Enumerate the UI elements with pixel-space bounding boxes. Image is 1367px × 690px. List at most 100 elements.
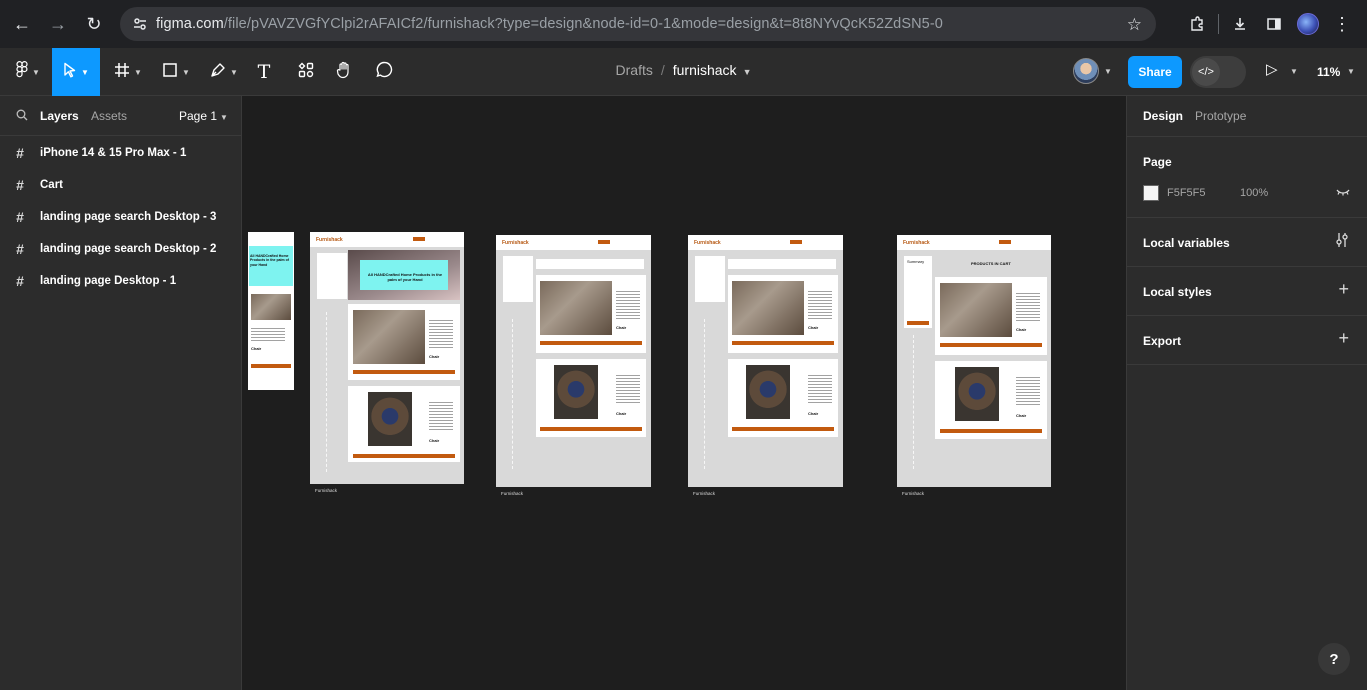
figma-toolbar: ▼ ▼ ▼ ▼ ▼ T Drafts / furnishack ▼ ▼ Shar… (0, 48, 1367, 96)
code-brackets-icon: </> (1192, 58, 1220, 86)
add-to-cart-button (732, 427, 834, 431)
product-title: Chair (616, 411, 627, 416)
layers-panel-header: Layers Assets Page 1 ▼ (0, 96, 241, 136)
hero-text: All HANDCrafted Home Products in the pal… (367, 272, 443, 282)
layer-name: landing page Desktop - 1 (40, 275, 177, 287)
tab-design[interactable]: Design (1143, 109, 1183, 123)
chevron-down-icon[interactable]: ▼ (1347, 67, 1355, 76)
page-color-swatch[interactable] (1143, 185, 1159, 201)
breadcrumb-separator: / (660, 62, 665, 78)
add-to-cart-button (353, 454, 455, 458)
frame-footer: Furnishack (496, 487, 651, 529)
chevron-down-icon[interactable]: ▼ (743, 67, 752, 77)
product-description (429, 320, 453, 348)
breadcrumb-drafts[interactable]: Drafts (616, 62, 653, 78)
chevron-down-icon[interactable]: ▼ (1104, 67, 1112, 76)
present-play-icon[interactable]: ▷ (1266, 60, 1278, 78)
cart-summary-panel (904, 256, 932, 328)
add-export-plus-icon[interactable]: + (1338, 328, 1349, 349)
export-section: Export + (1127, 316, 1367, 365)
product-description (808, 375, 832, 403)
local-variables-section: Local variables (1127, 218, 1367, 267)
back-arrow-icon[interactable]: ← (4, 6, 40, 42)
bookmark-star-icon[interactable]: ☆ (1127, 15, 1142, 35)
browser-actions: ⋮ (1180, 6, 1359, 42)
reload-icon[interactable]: ↻ (76, 6, 112, 42)
add-to-cart-button (540, 427, 642, 431)
frame-sidebar (317, 253, 347, 299)
product-image (554, 365, 598, 419)
help-button[interactable]: ? (1318, 643, 1350, 675)
layer-item[interactable]: # landing page search Desktop - 2 (0, 233, 241, 265)
tab-prototype[interactable]: Prototype (1195, 109, 1246, 123)
design-canvas[interactable]: All HANDCrafted Home Products in the pal… (242, 96, 1126, 690)
product-title: Chair (429, 354, 440, 359)
dev-mode-toggle[interactable]: </> (1190, 56, 1246, 88)
product-image (251, 294, 291, 320)
add-style-plus-icon[interactable]: + (1338, 279, 1349, 300)
user-avatar[interactable] (1073, 58, 1099, 84)
frame-footer: Furnishack (310, 484, 464, 526)
zoom-level[interactable]: 11% (1317, 65, 1340, 79)
product-title: Chair (251, 346, 262, 351)
frame-landing-search-desktop-3[interactable]: Furnishack Chair Chair Furnishack (688, 235, 843, 529)
footer-logo: Furnishack (902, 491, 925, 496)
frame-cart[interactable]: Furnishack Summary PRODUCTS IN CART Chai… (897, 235, 1051, 529)
forward-arrow-icon[interactable]: → (40, 6, 76, 42)
product-description (429, 402, 453, 430)
site-settings-icon[interactable] (124, 16, 156, 32)
layer-item[interactable]: # landing page Desktop - 1 (0, 265, 241, 297)
share-button[interactable]: Share (1128, 56, 1182, 88)
product-image (940, 283, 1012, 337)
profile-icon[interactable] (1291, 6, 1325, 42)
tab-assets[interactable]: Assets (91, 109, 127, 123)
page-color-opacity[interactable]: 100% (1240, 187, 1268, 199)
product-description (251, 328, 285, 342)
cart-heading: PRODUCTS IN CART (971, 261, 1011, 266)
tab-layers[interactable]: Layers (40, 109, 79, 123)
product-image (732, 281, 804, 335)
frame-landing-desktop-1[interactable]: Furnishack All HANDCrafted Home Products… (310, 232, 464, 526)
side-panel-icon[interactable] (1257, 6, 1291, 42)
checkout-button (907, 321, 929, 325)
layer-name: Cart (40, 179, 64, 191)
search-button (999, 240, 1011, 244)
frame-hash-icon: # (16, 241, 24, 257)
remove-button (940, 429, 1042, 433)
menu-kebab-icon[interactable]: ⋮ (1325, 6, 1359, 42)
chevron-down-icon[interactable]: ▼ (1290, 67, 1298, 76)
export-title: Export (1143, 334, 1182, 348)
frame-hash-icon: # (16, 209, 24, 225)
layer-item[interactable]: # landing page search Desktop - 3 (0, 201, 241, 233)
visibility-eye-icon[interactable] (1336, 186, 1350, 200)
file-name[interactable]: furnishack (673, 62, 737, 78)
layer-name: iPhone 14 & 15 Pro Max - 1 (40, 147, 187, 159)
add-to-cart-button (353, 370, 455, 374)
layer-item[interactable]: # Cart (0, 169, 241, 201)
cart-summary-title: Summary (907, 259, 925, 264)
browser-toolbar: ← → ↻ figma.com/file/pVAVZVGfYClpi2rAFAI… (0, 0, 1367, 48)
extensions-icon[interactable] (1180, 6, 1214, 42)
product-title: Chair (429, 438, 440, 443)
footer-logo: Furnishack (315, 488, 338, 493)
product-title: Chair (808, 325, 819, 330)
local-variables-title[interactable]: Local variables (1143, 236, 1230, 250)
page-selector[interactable]: Page 1 ▼ (179, 109, 228, 123)
layer-item[interactable]: # iPhone 14 & 15 Pro Max - 1 (0, 137, 241, 169)
download-icon[interactable] (1223, 6, 1257, 42)
page-color-hex[interactable]: F5F5F5 (1167, 187, 1206, 199)
product-title: Chair (1016, 327, 1027, 332)
add-to-cart-button (251, 364, 291, 368)
address-bar[interactable]: figma.com/file/pVAVZVGfYClpi2rAFAICf2/fu… (120, 7, 1156, 41)
local-styles-title: Local styles (1143, 285, 1212, 299)
frame-hash-icon: # (16, 273, 24, 289)
frame-iphone[interactable]: All HANDCrafted Home Products in the pal… (248, 232, 294, 390)
search-icon[interactable] (16, 109, 28, 124)
product-title: Chair (808, 411, 819, 416)
product-description (616, 291, 640, 319)
frame-logo: Furnishack (903, 240, 930, 246)
frame-landing-search-desktop-2[interactable]: Furnishack Chair Chair Furnishack (496, 235, 651, 529)
chevron-down-icon: ▼ (220, 113, 228, 122)
variables-sliders-icon[interactable] (1335, 232, 1349, 253)
footer-logo: Furnishack (693, 491, 716, 496)
